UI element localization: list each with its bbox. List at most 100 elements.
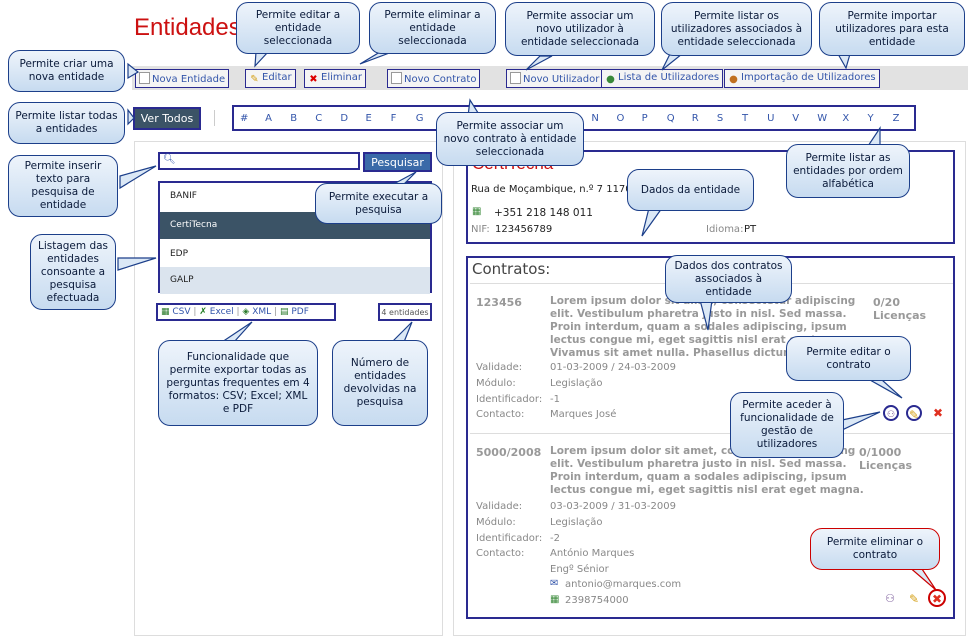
- divider: [214, 110, 215, 126]
- alpha-filter-y[interactable]: Y: [868, 113, 874, 124]
- idioma-value: PT: [744, 224, 757, 235]
- alpha-filter-b[interactable]: B: [290, 113, 297, 124]
- alpha-filter-r[interactable]: R: [692, 113, 699, 124]
- contacto-value: António Marques: [550, 548, 635, 559]
- export-xml-link[interactable]: XML: [252, 307, 271, 317]
- fax-icon: ▦: [550, 594, 560, 605]
- alpha-filter-q[interactable]: Q: [667, 113, 675, 124]
- edit-entity-button[interactable]: ✎ Editar: [245, 69, 296, 88]
- validade-value: 03-03-2009 / 31-03-2009: [550, 501, 676, 512]
- validade-value: 01-03-2009 / 24-03-2009: [550, 362, 676, 373]
- callout-list-all: Permite listar todas a entidades: [8, 102, 125, 144]
- import-users-button[interactable]: ● Importação de Utilizadores: [724, 69, 880, 88]
- callout-new-contract: Permite associar um novo contrato à enti…: [436, 112, 584, 166]
- alpha-filter-e[interactable]: E: [366, 113, 372, 124]
- search-icon: 🔍︎: [163, 154, 176, 165]
- alpha-filter-v[interactable]: V: [792, 113, 799, 124]
- new-contract-button[interactable]: Novo Contrato: [387, 69, 481, 88]
- excel-icon: ✗: [199, 307, 207, 317]
- callout-new-user: Permite associar um novo utilizador à en…: [505, 2, 655, 56]
- contact-fax: 2398754000: [565, 595, 629, 606]
- callout-new-entity: Permite criar uma nova entidade: [8, 50, 125, 92]
- separator: |: [193, 307, 197, 317]
- alpha-filter-x[interactable]: X: [842, 113, 849, 124]
- csv-icon: ▦: [161, 307, 170, 317]
- phone-icon: ▦: [472, 206, 482, 217]
- list-item[interactable]: EDP: [160, 241, 430, 268]
- alpha-filter-u[interactable]: U: [767, 113, 774, 124]
- identificador-value: -2: [550, 533, 560, 544]
- export-excel-link[interactable]: Excel: [210, 307, 234, 317]
- alpha-filter-n[interactable]: N: [591, 113, 598, 124]
- new-doc-icon: [510, 72, 521, 84]
- alpha-filter-hash[interactable]: #: [240, 113, 248, 124]
- contacto-label: Contacto:: [476, 409, 525, 420]
- search-input[interactable]: 🔍︎: [158, 152, 360, 170]
- export-pdf-link[interactable]: PDF: [291, 307, 309, 317]
- edit-contract-icon[interactable]: ✎: [906, 405, 922, 422]
- alpha-filter-s[interactable]: S: [717, 113, 723, 124]
- delete-contract-icon[interactable]: ✖: [930, 405, 946, 421]
- users-icon: ●: [606, 74, 615, 85]
- identificador-value: -1: [550, 394, 560, 405]
- show-all-button[interactable]: Ver Todos: [133, 107, 201, 130]
- search-button[interactable]: Pesquisar: [363, 152, 432, 172]
- callout-alphabetical: Permite listar as entidades por ordem al…: [786, 144, 910, 198]
- page-title: Entidades: [134, 14, 241, 41]
- export-bar: ▦ CSV | ✗ Excel | ◈ XML | ▤ PDF: [156, 303, 336, 321]
- edit-contract-icon[interactable]: ✎: [906, 591, 922, 607]
- new-user-button[interactable]: Novo Utilizador: [506, 69, 604, 88]
- alpha-filter-d[interactable]: D: [340, 113, 348, 124]
- separator: |: [274, 307, 278, 317]
- users-list-button[interactable]: ● Lista de Utilizadores: [601, 69, 724, 88]
- nif-value: 123456789: [495, 224, 553, 235]
- alpha-filter-g[interactable]: G: [416, 113, 424, 124]
- contracts-title: Contratos:: [472, 260, 551, 278]
- alpha-filter-w[interactable]: W: [817, 113, 827, 124]
- alpha-filter-f[interactable]: F: [391, 113, 397, 124]
- contract-licences: 0/20 Licenças: [873, 296, 927, 322]
- xml-icon: ◈: [242, 307, 250, 317]
- identificador-label: Identificador:: [476, 394, 543, 405]
- modulo-value: Legislação: [550, 378, 603, 389]
- alpha-filter-p[interactable]: P: [642, 113, 648, 124]
- delete-contract-icon[interactable]: ✖: [928, 589, 946, 607]
- manage-users-icon[interactable]: ⚇: [882, 591, 898, 607]
- list-item[interactable]: GALP: [160, 267, 430, 294]
- delete-x-icon: ✖: [309, 74, 318, 85]
- nif-label: NIF:: [471, 224, 490, 235]
- alpha-filter-a[interactable]: A: [265, 113, 272, 124]
- identificador-label: Identificador:: [476, 533, 543, 544]
- entity-phone: +351 218 148 011: [494, 207, 593, 219]
- users-import-icon: ●: [729, 74, 738, 85]
- modulo-label: Módulo:: [476, 378, 516, 389]
- contract-number: 5000/2008: [476, 446, 542, 459]
- callout-contracts-data: Dados dos contratos associados à entidad…: [665, 255, 792, 303]
- entity-address: Rua de Moçambique, n.º 7 1170-: [471, 184, 636, 195]
- idioma-label: Idioma:: [706, 224, 744, 235]
- new-entity-button[interactable]: Nova Entidade: [135, 69, 230, 88]
- separator: |: [236, 307, 240, 317]
- callout-users-list: Permite listar os utilizadores associado…: [661, 2, 812, 56]
- callout-run-search: Permite executar a pesquisa: [315, 183, 442, 224]
- contract-licences: 0/1000 Licenças: [859, 446, 913, 472]
- callout-entity-data: Dados da entidade: [627, 169, 754, 211]
- alpha-filter-o[interactable]: O: [617, 113, 625, 124]
- contacto-label: Contacto:: [476, 548, 525, 559]
- validade-label: Validade:: [476, 362, 523, 373]
- delete-entity-button[interactable]: ✖ Eliminar: [304, 69, 366, 88]
- manage-users-icon[interactable]: ⚇: [883, 405, 899, 421]
- modulo-value: Legislação: [550, 517, 603, 528]
- email-icon: ✉: [550, 578, 559, 589]
- result-count: 4 entidades: [378, 303, 432, 321]
- callout-edit-contract: Permite editar o contrato: [786, 336, 911, 381]
- pdf-icon: ▤: [279, 307, 289, 317]
- alpha-filter-z[interactable]: Z: [893, 113, 900, 124]
- callout-import-users: Permite importar utilizadores para esta …: [819, 2, 965, 56]
- contact-email[interactable]: antonio@marques.com: [565, 579, 681, 590]
- alpha-filter-c[interactable]: C: [315, 113, 322, 124]
- export-csv-link[interactable]: CSV: [172, 307, 190, 317]
- alpha-filter-t[interactable]: T: [742, 113, 748, 124]
- callout-export: Funcionalidade que permite exportar toda…: [158, 340, 318, 426]
- new-doc-icon: [139, 72, 150, 84]
